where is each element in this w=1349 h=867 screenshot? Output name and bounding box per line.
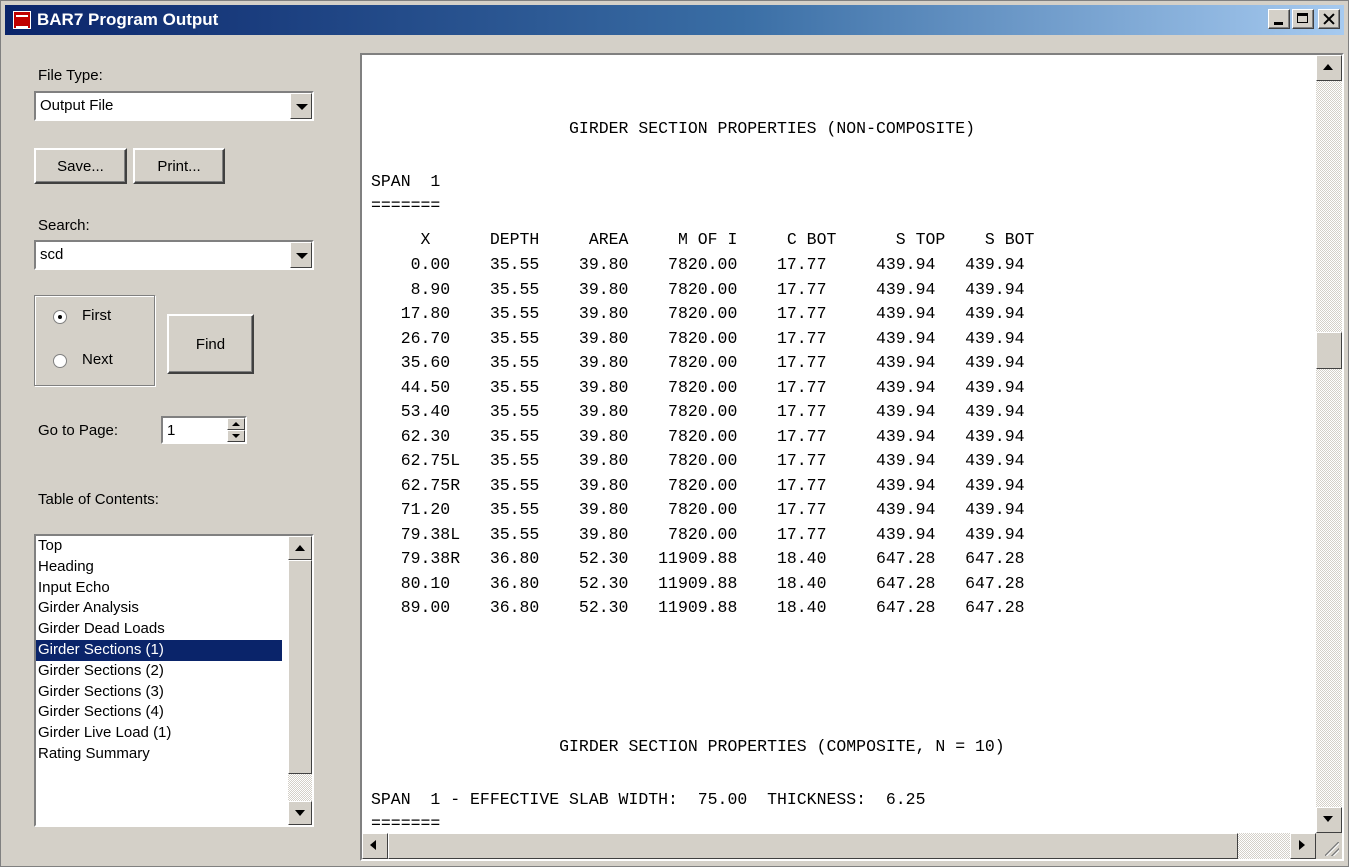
resize-grip-icon[interactable]: [1316, 833, 1342, 859]
goto-page-spinner[interactable]: 1: [161, 416, 247, 444]
toc-item-girder-live-load-1[interactable]: Girder Live Load (1): [36, 723, 282, 744]
output-hscroll-thumb[interactable]: [388, 833, 1238, 859]
output-line: 79.38L 35.55 39.80 7820.00 17.77 439.94 …: [371, 524, 1025, 544]
file-type-label: File Type:: [38, 67, 103, 84]
scroll-up-icon[interactable]: [1316, 55, 1342, 81]
toc-item-girder-sections-4[interactable]: Girder Sections (4): [36, 702, 282, 723]
output-line: 79.38R 36.80 52.30 11909.88 18.40 647.28…: [371, 549, 1025, 568]
output-line: 62.75R 35.55 39.80 7820.00 17.77 439.94 …: [371, 475, 1025, 495]
file-type-value: Output File: [40, 97, 114, 114]
output-line: 62.75L 35.55 39.80 7820.00 17.77 439.94 …: [371, 451, 1025, 470]
scroll-left-icon[interactable]: [362, 833, 388, 859]
toc-scroll-thumb[interactable]: [288, 560, 312, 774]
maximize-button[interactable]: [1292, 9, 1314, 29]
output-line: 53.40 35.55 39.80 7820.00 17.77 439.94 4…: [371, 402, 1025, 421]
output-line: =======: [371, 814, 441, 831]
output-line: 71.20 35.55 39.80 7820.00 17.77 439.94 4…: [371, 500, 1025, 519]
toc-item-girder-sections-1[interactable]: Girder Sections (1): [36, 639, 282, 661]
app-icon[interactable]: [13, 11, 31, 29]
search-value: scd: [40, 246, 64, 263]
window-title: BAR7 Program Output: [37, 10, 219, 29]
chevron-down-icon[interactable]: [290, 93, 312, 119]
search-combo[interactable]: scd: [34, 240, 314, 270]
output-line: 35.60 35.55 39.80 7820.00 17.77 439.94 4…: [371, 353, 1025, 372]
minimize-button[interactable]: [1268, 9, 1290, 29]
toc-list: Top Heading Input Echo Girder Analysis G…: [36, 536, 312, 765]
radio-first[interactable]: [53, 310, 67, 324]
spin-up-icon[interactable]: [227, 418, 245, 430]
save-button[interactable]: Save...: [34, 148, 127, 184]
toc-item-rating-summary[interactable]: Rating Summary: [36, 744, 282, 765]
output-line: X DEPTH AREA M OF I C BOT S TOP S BOT: [371, 230, 1035, 249]
spin-down-icon[interactable]: [227, 430, 245, 442]
title-bar[interactable]: BAR7 Program Output: [5, 5, 1344, 35]
search-label: Search:: [38, 217, 90, 234]
goto-page-value: 1: [167, 422, 176, 439]
toc-scrollbar[interactable]: [288, 536, 312, 825]
file-type-select[interactable]: Output File: [34, 91, 314, 121]
output-line: 17.80 35.55 39.80 7820.00 17.77 439.94 4…: [371, 304, 1025, 323]
output-line: 8.90 35.55 39.80 7820.00 17.77 439.94 43…: [371, 279, 1025, 299]
toc-item-heading[interactable]: Heading: [36, 557, 282, 578]
toc-item-input-echo[interactable]: Input Echo: [36, 578, 282, 599]
scroll-down-icon[interactable]: [288, 801, 312, 825]
scroll-right-icon[interactable]: [1290, 833, 1316, 859]
toc-listbox[interactable]: Top Heading Input Echo Girder Analysis G…: [34, 534, 314, 827]
output-vscroll-thumb[interactable]: [1316, 332, 1342, 369]
output-line: 26.70 35.55 39.80 7820.00 17.77 439.94 4…: [371, 328, 1025, 348]
output-line: 0.00 35.55 39.80 7820.00 17.77 439.94 43…: [371, 255, 1025, 274]
find-button[interactable]: Find: [167, 314, 254, 374]
scroll-up-icon[interactable]: [288, 536, 312, 560]
toc-item-girder-sections-2[interactable]: Girder Sections (2): [36, 661, 282, 682]
toc-item-top[interactable]: Top: [36, 536, 282, 557]
output-line: 80.10 36.80 52.30 11909.88 18.40 647.28 …: [371, 573, 1025, 593]
output-line: GIRDER SECTION PROPERTIES (NON-COMPOSITE…: [371, 119, 975, 138]
radio-first-label[interactable]: First: [82, 307, 111, 324]
output-line: 89.00 36.80 52.30 11909.88 18.40 647.28 …: [371, 598, 1025, 617]
output-vertical-scrollbar[interactable]: [1316, 55, 1342, 833]
output-line: 62.30 35.55 39.80 7820.00 17.77 439.94 4…: [371, 426, 1025, 446]
output-text-view[interactable]: GIRDER SECTION PROPERTIES (NON-COMPOSITE…: [360, 53, 1344, 861]
output-line: SPAN 1: [371, 172, 441, 191]
chevron-down-icon[interactable]: [290, 242, 312, 268]
toc-label: Table of Contents:: [38, 491, 159, 508]
output-line: GIRDER SECTION PROPERTIES (COMPOSITE, N …: [371, 737, 1005, 756]
print-button[interactable]: Print...: [133, 148, 225, 184]
radio-next[interactable]: [53, 354, 67, 368]
output-line: SPAN 1 - EFFECTIVE SLAB WIDTH: 75.00 THI…: [371, 790, 926, 809]
scroll-down-icon[interactable]: [1316, 807, 1342, 833]
search-direction-group: First Next: [34, 295, 155, 386]
goto-page-label: Go to Page:: [38, 422, 119, 439]
output-line: 44.50 35.55 39.80 7820.00 17.77 439.94 4…: [371, 377, 1025, 397]
output-text: GIRDER SECTION PROPERTIES (NON-COMPOSITE…: [366, 59, 1314, 831]
toc-item-girder-dead-loads[interactable]: Girder Dead Loads: [36, 619, 282, 640]
toc-item-girder-analysis[interactable]: Girder Analysis: [36, 598, 282, 619]
program-output-window: BAR7 Program Output File Type: Output Fi…: [0, 0, 1349, 867]
close-button[interactable]: [1318, 9, 1340, 29]
toc-item-girder-sections-3[interactable]: Girder Sections (3): [36, 682, 282, 703]
output-horizontal-scrollbar[interactable]: [362, 833, 1316, 859]
output-line: =======: [371, 196, 441, 215]
radio-next-label[interactable]: Next: [82, 351, 113, 368]
